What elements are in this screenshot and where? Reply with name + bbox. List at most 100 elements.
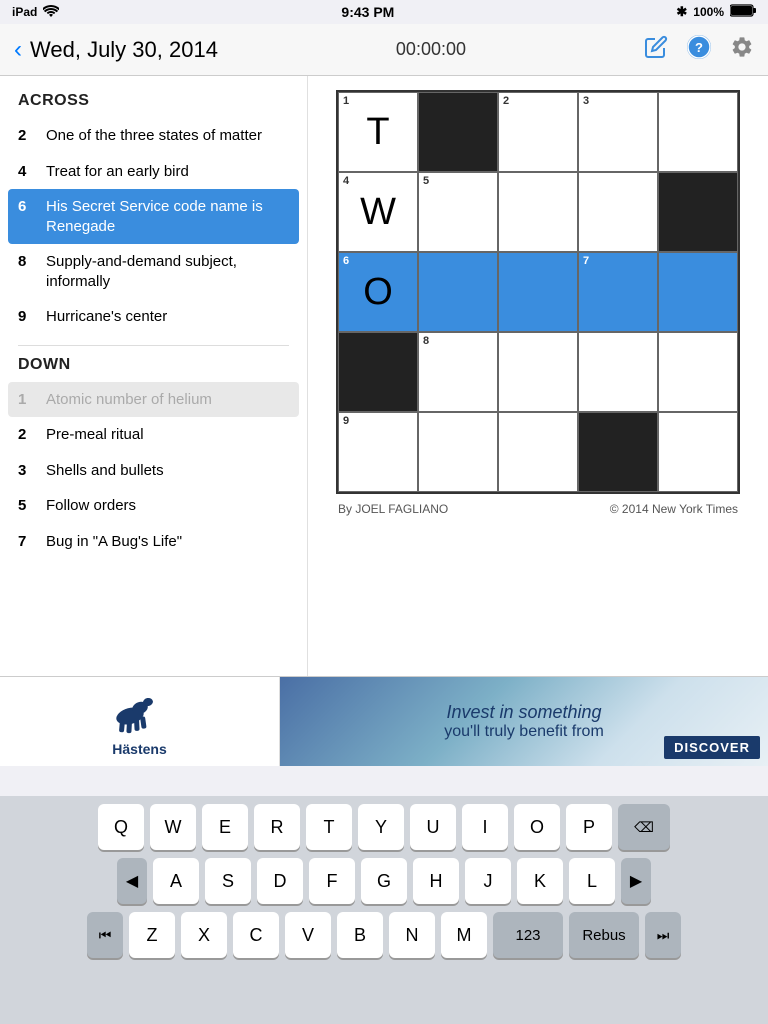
brand-name: Hästens xyxy=(112,741,166,757)
crossword-grid[interactable]: 1 T 2 3 4 W 5 xyxy=(336,90,740,494)
cell-5-4 xyxy=(578,412,658,492)
cell-2-3[interactable] xyxy=(498,172,578,252)
cell-4-2[interactable]: 8 xyxy=(418,332,498,412)
clue-text: Pre-meal ritual xyxy=(46,425,144,445)
ad-banner[interactable]: Hästens Invest in something you'll truly… xyxy=(0,676,768,766)
cell-number: 4 xyxy=(343,176,349,187)
cell-5-1[interactable]: 9 xyxy=(338,412,418,492)
key-t[interactable]: T xyxy=(306,804,352,850)
key-double-left[interactable]: ⏮ xyxy=(87,912,123,958)
clue-down-5[interactable]: 5 Follow orders xyxy=(0,488,307,524)
key-j[interactable]: J xyxy=(465,858,511,904)
clue-number: 7 xyxy=(18,532,36,552)
key-r[interactable]: R xyxy=(254,804,300,850)
cell-3-5[interactable] xyxy=(658,252,738,332)
key-d[interactable]: D xyxy=(257,858,303,904)
cell-5-3[interactable] xyxy=(498,412,578,492)
ad-tagline1: Invest in something xyxy=(446,702,601,723)
cell-4-3[interactable] xyxy=(498,332,578,412)
key-o[interactable]: O xyxy=(514,804,560,850)
battery-icon xyxy=(730,4,756,20)
cell-2-4[interactable] xyxy=(578,172,658,252)
cell-number: 7 xyxy=(583,256,589,267)
key-a[interactable]: A xyxy=(153,858,199,904)
key-z[interactable]: Z xyxy=(129,912,175,958)
clue-down-2[interactable]: 2 Pre-meal ritual xyxy=(0,417,307,453)
clue-text: Hurricane's center xyxy=(46,307,167,327)
settings-icon[interactable] xyxy=(730,35,754,64)
key-s[interactable]: S xyxy=(205,858,251,904)
clue-across-8[interactable]: 8 Supply-and-demand subject, informally xyxy=(0,244,307,299)
edit-icon[interactable] xyxy=(644,35,668,64)
key-n[interactable]: N xyxy=(389,912,435,958)
key-q[interactable]: Q xyxy=(98,804,144,850)
ad-cta[interactable]: DISCOVER xyxy=(664,736,760,759)
key-w[interactable]: W xyxy=(150,804,196,850)
cell-3-4[interactable]: 7 xyxy=(578,252,658,332)
key-rebus[interactable]: Rebus xyxy=(569,912,639,958)
key-e[interactable]: E xyxy=(202,804,248,850)
key-v[interactable]: V xyxy=(285,912,331,958)
clue-across-6[interactable]: 6 His Secret Service code name is Renega… xyxy=(8,189,299,244)
key-h[interactable]: H xyxy=(413,858,459,904)
key-right-arrow[interactable]: ▶ xyxy=(621,858,651,904)
status-right: ✱ 100% xyxy=(676,4,756,20)
cell-2-2[interactable]: 5 xyxy=(418,172,498,252)
cell-2-1[interactable]: 4 W xyxy=(338,172,418,252)
key-b[interactable]: B xyxy=(337,912,383,958)
back-button[interactable]: ‹ xyxy=(14,36,22,64)
key-123[interactable]: 123 xyxy=(493,912,563,958)
cell-3-3[interactable] xyxy=(498,252,578,332)
cell-5-5[interactable] xyxy=(658,412,738,492)
key-y[interactable]: Y xyxy=(358,804,404,850)
cell-3-2[interactable] xyxy=(418,252,498,332)
clue-across-4[interactable]: 4 Treat for an early bird xyxy=(0,154,307,190)
clue-down-7[interactable]: 7 Bug in "A Bug's Life" xyxy=(0,524,307,560)
key-c[interactable]: C xyxy=(233,912,279,958)
cell-5-2[interactable] xyxy=(418,412,498,492)
key-x[interactable]: X xyxy=(181,912,227,958)
clue-text: Follow orders xyxy=(46,496,136,516)
cell-4-5[interactable] xyxy=(658,332,738,412)
help-icon[interactable]: ? xyxy=(686,34,712,65)
header-actions: ? xyxy=(644,34,754,65)
clue-divider xyxy=(18,345,289,346)
keyboard-row-3: ⏮ Z X C V B N M 123 Rebus ⏭ xyxy=(4,912,764,958)
key-l[interactable]: L xyxy=(569,858,615,904)
key-left-arrow[interactable]: ◀ xyxy=(117,858,147,904)
clue-across-2[interactable]: 2 One of the three states of matter xyxy=(0,118,307,154)
key-i[interactable]: I xyxy=(462,804,508,850)
cell-1-4[interactable]: 3 xyxy=(578,92,658,172)
clue-number: 9 xyxy=(18,307,36,327)
key-g[interactable]: G xyxy=(361,858,407,904)
grid-credit: By JOEL FAGLIANO © 2014 New York Times xyxy=(338,502,738,516)
cell-1-5[interactable] xyxy=(658,92,738,172)
keyboard-row-2: ◀ A S D F G H J K L ▶ xyxy=(4,858,764,904)
author-credit: By JOEL FAGLIANO xyxy=(338,502,448,516)
clue-number: 4 xyxy=(18,162,36,182)
clue-number: 2 xyxy=(18,425,36,445)
down-title: DOWN xyxy=(0,356,307,382)
key-k[interactable]: K xyxy=(517,858,563,904)
clue-number: 6 xyxy=(18,197,36,236)
clue-down-1[interactable]: 1 Atomic number of helium xyxy=(8,382,299,418)
key-double-right[interactable]: ⏭ xyxy=(645,912,681,958)
cell-1-3[interactable]: 2 xyxy=(498,92,578,172)
clue-down-3[interactable]: 3 Shells and bullets xyxy=(0,453,307,489)
cell-number: 5 xyxy=(423,176,429,187)
cell-4-4[interactable] xyxy=(578,332,658,412)
clue-number: 1 xyxy=(18,390,36,410)
key-u[interactable]: U xyxy=(410,804,456,850)
clue-across-9[interactable]: 9 Hurricane's center xyxy=(0,299,307,335)
ad-brand-left: Hästens xyxy=(0,677,280,767)
grid-panel: 1 T 2 3 4 W 5 xyxy=(308,76,768,676)
key-delete[interactable]: ⌫ xyxy=(618,804,670,850)
cell-1-1[interactable]: 1 T xyxy=(338,92,418,172)
cell-3-1[interactable]: 6 O xyxy=(338,252,418,332)
key-f[interactable]: F xyxy=(309,858,355,904)
key-m[interactable]: M xyxy=(441,912,487,958)
timer-display: 00:00:00 xyxy=(396,39,466,60)
cell-4-1 xyxy=(338,332,418,412)
key-p[interactable]: P xyxy=(566,804,612,850)
clues-panel: ACROSS 2 One of the three states of matt… xyxy=(0,76,308,676)
